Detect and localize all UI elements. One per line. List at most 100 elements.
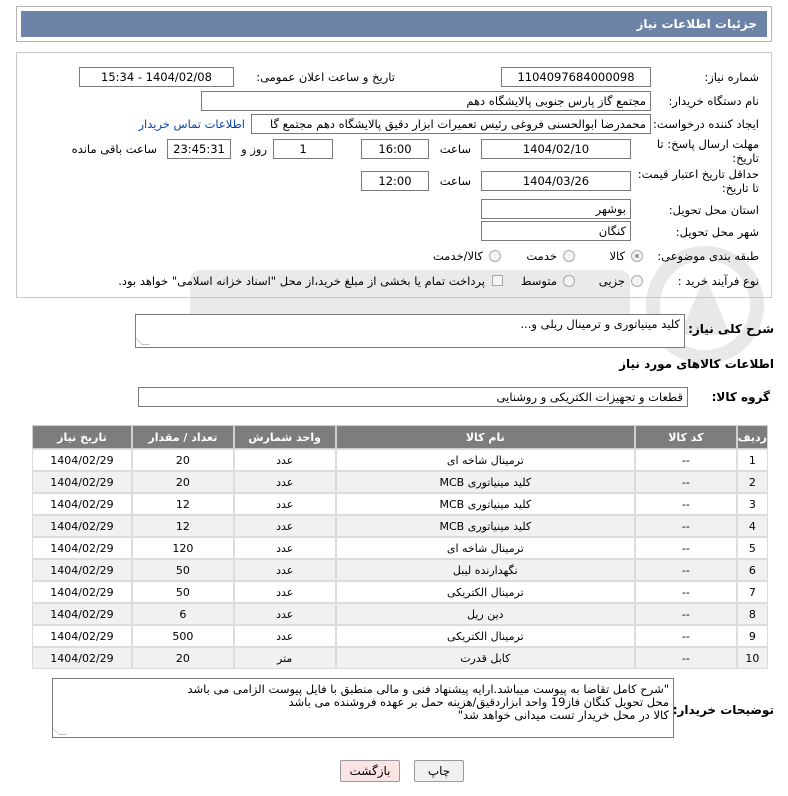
col-quantity: تعداد / مقدار (131, 425, 234, 449)
item-code-cell: -- (634, 515, 737, 537)
item-code-cell: -- (634, 625, 737, 647)
category-radio-service[interactable] (563, 250, 575, 262)
deadline-date-field[interactable]: 1404/02/10 (481, 139, 631, 159)
unit-cell: عدد (233, 625, 336, 647)
category-option-goods: کالا (609, 249, 625, 263)
need-date-cell: 1404/02/29 (32, 515, 132, 537)
table-row[interactable]: 6 -- نگهدارنده لیبل عدد 50 1404/02/29 (32, 559, 768, 581)
table-row[interactable]: 8 -- دین ریل عدد 6 1404/02/29 (32, 603, 768, 625)
need-date-cell: 1404/02/29 (32, 471, 132, 493)
table-row[interactable]: 10 -- کابل قدرت متر 20 1404/02/29 (32, 647, 768, 669)
deadline-time-field[interactable]: 16:00 (361, 139, 429, 159)
summary-text: کلید مینیاتوری و ترمینال ریلی و... (520, 317, 680, 331)
announce-label: تاریخ و ساعت اعلان عمومی: (256, 70, 395, 84)
category-label: طبقه بندی موضوعی: (657, 249, 759, 263)
deadline-label-date: تاریخ: (732, 151, 759, 165)
validity-label-date: تا تاریخ: (721, 181, 759, 195)
category-radio-goods[interactable] (631, 250, 643, 262)
category-option-service: خدمت (526, 249, 557, 263)
table-row[interactable]: 4 -- کلید مینیاتوری MCB عدد 12 1404/02/29 (32, 515, 768, 537)
row-number-cell: 2 (736, 471, 768, 493)
remaining-time-field[interactable]: 23:45:31 (167, 139, 231, 159)
quantity-cell: 12 (131, 493, 234, 515)
treasury-payment-note: پرداخت تمام یا بخشی از مبلغ خرید،از محل … (118, 274, 485, 288)
buyer-contact-link[interactable]: اطلاعات تماس خریدار (138, 117, 245, 131)
notes-line: کالا در محل خریدار تست میدانی خواهد شد" (457, 708, 669, 722)
resize-grip-icon[interactable] (53, 727, 67, 735)
unit-cell: عدد (233, 559, 336, 581)
summary-label: شرح کلی نیاز: (688, 322, 774, 336)
process-option-medium: متوسط (520, 274, 557, 288)
row-number-cell: 10 (736, 647, 768, 669)
need-number-field[interactable]: 1104097684000098 (501, 67, 651, 87)
need-date-cell: 1404/02/29 (32, 493, 132, 515)
unit-cell: عدد (233, 471, 336, 493)
quantity-cell: 20 (131, 647, 234, 669)
city-field[interactable]: کنگان (481, 221, 631, 241)
item-code-cell: -- (634, 581, 737, 603)
need-date-cell: 1404/02/29 (32, 449, 132, 471)
need-date-cell: 1404/02/29 (32, 581, 132, 603)
need-date-cell: 1404/02/29 (32, 537, 132, 559)
goods-group-field[interactable]: قطعات و تجهیزات الکتریکی و روشنایی (138, 387, 688, 407)
deadline-time-label: ساعت (439, 142, 471, 156)
goods-group-label: گروه کالا: (711, 390, 770, 404)
process-radio-minor[interactable] (631, 275, 643, 287)
unit-cell: عدد (233, 515, 336, 537)
details-header-panel: جزئیات اطلاعات نیاز (16, 6, 772, 42)
validity-date-field[interactable]: 1404/03/26 (481, 171, 631, 191)
validity-time-label: ساعت (439, 174, 471, 188)
summary-textarea[interactable]: کلید مینیاتوری و ترمینال ریلی و... (135, 314, 685, 348)
unit-cell: متر (233, 647, 336, 669)
table-row[interactable]: 1 -- ترمینال شاخه ای عدد 20 1404/02/29 (32, 449, 768, 471)
need-date-cell: 1404/02/29 (32, 647, 132, 669)
province-field[interactable]: بوشهر (481, 199, 631, 219)
item-name-cell: کلید مینیاتوری MCB (335, 493, 635, 515)
unit-cell: عدد (233, 493, 336, 515)
print-button[interactable]: چاپ (414, 760, 464, 782)
buyer-notes-label: توضیحات خریدار: (672, 703, 774, 717)
back-button[interactable]: بازگشت (340, 760, 400, 782)
validity-time-field[interactable]: 12:00 (361, 171, 429, 191)
deadline-label: مهلت ارسال پاسخ: تا (656, 137, 759, 151)
item-name-cell: کابل قدرت (335, 647, 635, 669)
item-code-cell: -- (634, 471, 737, 493)
item-name-cell: ترمینال الکتریکی (335, 581, 635, 603)
requester-field[interactable]: محمدرضا ابوالحسنی فروغی رئیس تعمیرات ابز… (251, 114, 651, 134)
col-item-code: کد کالا (634, 425, 737, 449)
quantity-cell: 50 (131, 559, 234, 581)
process-radio-medium[interactable] (563, 275, 575, 287)
buyer-notes-textarea[interactable]: "شرح کامل تقاضا به پیوست میباشد.ارایه پی… (52, 678, 674, 738)
goods-section-title: اطلاعات کالاهای مورد نیاز (619, 357, 774, 371)
item-name-cell: دین ریل (335, 603, 635, 625)
announce-datetime-field[interactable]: 1404/02/08 - 15:34 (79, 67, 234, 87)
quantity-cell: 6 (131, 603, 234, 625)
item-name-cell: کلید مینیاتوری MCB (335, 515, 635, 537)
row-number-cell: 7 (736, 581, 768, 603)
row-number-cell: 6 (736, 559, 768, 581)
col-row-number: ردیف (736, 425, 768, 449)
row-number-cell: 5 (736, 537, 768, 559)
unit-cell: عدد (233, 449, 336, 471)
goods-table: ردیف کد کالا نام کالا واحد شمارش تعداد /… (32, 425, 768, 669)
days-remaining-field[interactable]: 1 (273, 139, 333, 159)
buyer-org-field[interactable]: مجتمع گاز پارس جنوبی پالایشگاه دهم (201, 91, 651, 111)
table-row[interactable]: 2 -- کلید مینیاتوری MCB عدد 20 1404/02/29 (32, 471, 768, 493)
item-name-cell: کلید مینیاتوری MCB (335, 471, 635, 493)
quantity-cell: 500 (131, 625, 234, 647)
table-row[interactable]: 3 -- کلید مینیاتوری MCB عدد 12 1404/02/29 (32, 493, 768, 515)
goods-table-header: ردیف کد کالا نام کالا واحد شمارش تعداد /… (32, 425, 768, 449)
table-row[interactable]: 7 -- ترمینال الکتریکی عدد 50 1404/02/29 (32, 581, 768, 603)
table-row[interactable]: 5 -- ترمینال شاخه ای عدد 120 1404/02/29 (32, 537, 768, 559)
need-date-cell: 1404/02/29 (32, 559, 132, 581)
resize-grip-icon[interactable] (136, 337, 150, 345)
category-radio-both[interactable] (489, 250, 501, 262)
treasury-payment-checkbox[interactable] (492, 275, 503, 286)
item-name-cell: ترمینال الکتریکی (335, 625, 635, 647)
table-row[interactable]: 9 -- ترمینال الکتریکی عدد 500 1404/02/29 (32, 625, 768, 647)
item-code-cell: -- (634, 493, 737, 515)
row-number-cell: 9 (736, 625, 768, 647)
item-name-cell: ترمینال شاخه ای (335, 449, 635, 471)
province-label: استان محل تحویل: (668, 203, 759, 217)
requester-label: ایجاد کننده درخواست: (653, 117, 759, 131)
